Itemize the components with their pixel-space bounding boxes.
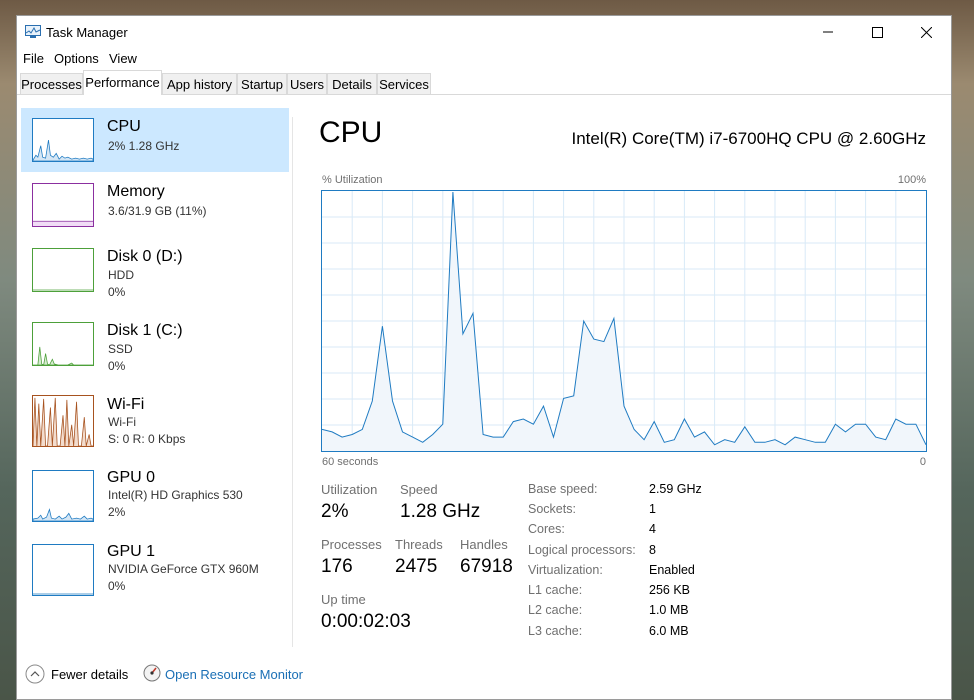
uptime-value: 0:00:02:03 bbox=[321, 611, 411, 632]
sidebar-item-detail: 2% 1.28 GHz bbox=[108, 139, 180, 153]
fewer-details-link[interactable]: Fewer details bbox=[51, 667, 128, 682]
sockets-value: 1 bbox=[649, 502, 656, 516]
time-axis-label: 60 seconds bbox=[322, 456, 379, 468]
utilization-label: Utilization bbox=[321, 482, 378, 497]
maximize-icon bbox=[871, 26, 883, 38]
l3-cache-label: L3 cache: bbox=[528, 624, 583, 638]
sidebar-item-cpu[interactable]: CPU 2% 1.28 GHz bbox=[21, 108, 289, 172]
task-manager-window: Task Manager File Options View Processes… bbox=[16, 15, 952, 700]
sidebar-item-disk0[interactable]: Disk 0 (D:) HDD 0% bbox=[21, 238, 289, 302]
sidebar-item-disk1[interactable]: Disk 1 (C:) SSD 0% bbox=[21, 312, 289, 376]
l2-cache-value: 1.0 MB bbox=[649, 603, 689, 617]
sidebar-item-detail: 0% bbox=[108, 359, 126, 373]
menu-options[interactable]: Options bbox=[54, 51, 99, 66]
speed-label: Speed bbox=[400, 482, 438, 497]
cores-value: 4 bbox=[649, 522, 656, 536]
menu-view[interactable]: View bbox=[109, 51, 137, 66]
zero-axis-label: 0 bbox=[919, 456, 926, 468]
threads-value: 2475 bbox=[395, 556, 438, 577]
uptime-label: Up time bbox=[321, 592, 366, 607]
virtualization-label: Virtualization: bbox=[528, 563, 603, 577]
sidebar-item-detail: 0% bbox=[108, 579, 126, 593]
title-bar: Task Manager bbox=[17, 16, 951, 48]
sidebar-item-name: Wi-Fi bbox=[107, 396, 145, 413]
sidebar-item-memory[interactable]: Memory 3.6/31.9 GB (11%) bbox=[21, 173, 289, 237]
sidebar-item-type: SSD bbox=[108, 342, 133, 356]
sockets-label: Sockets: bbox=[528, 502, 576, 516]
sidebar-item-name: Disk 1 (C:) bbox=[107, 322, 183, 339]
footer-bar: Fewer details Open Resource Monitor bbox=[17, 658, 951, 694]
tab-strip: Processes Performance App history Startu… bbox=[17, 70, 951, 95]
tab-processes[interactable]: Processes bbox=[20, 73, 83, 94]
minimize-button[interactable] bbox=[805, 16, 851, 48]
logical-processors-label: Logical processors: bbox=[528, 543, 636, 557]
tab-services[interactable]: Services bbox=[377, 73, 431, 94]
cpu-utilization-graph bbox=[321, 190, 927, 452]
menu-bar: File Options View bbox=[17, 49, 951, 69]
sidebar-item-name: GPU 1 bbox=[107, 543, 156, 560]
tab-performance[interactable]: Performance bbox=[83, 70, 162, 95]
tab-startup[interactable]: Startup bbox=[237, 73, 287, 94]
base-speed-value: 2.59 GHz bbox=[649, 482, 702, 496]
maximize-button[interactable] bbox=[854, 16, 900, 48]
sidebar-item-name: GPU 0 bbox=[107, 469, 156, 486]
sidebar-item-gpu0[interactable]: GPU 0 Intel(R) HD Graphics 530 2% bbox=[21, 459, 289, 523]
page-title: CPU bbox=[319, 116, 383, 149]
menu-file[interactable]: File bbox=[23, 51, 44, 66]
performance-content: CPU 2% 1.28 GHz Memory 3.6/31.9 GB (11%)… bbox=[17, 95, 951, 651]
sidebar-item-detail: 2% bbox=[108, 505, 126, 519]
open-resource-monitor-link[interactable]: Open Resource Monitor bbox=[165, 667, 303, 682]
processes-label: Processes bbox=[321, 537, 382, 552]
minimize-icon bbox=[823, 31, 833, 33]
l1-cache-value: 256 KB bbox=[649, 583, 691, 597]
processes-value: 176 bbox=[321, 556, 353, 577]
threads-label: Threads bbox=[395, 537, 443, 552]
handles-value: 67918 bbox=[460, 556, 513, 577]
tab-users[interactable]: Users bbox=[287, 73, 327, 94]
logical-processors-value: 8 bbox=[649, 543, 656, 557]
task-manager-icon bbox=[25, 25, 41, 38]
utilization-value: 2% bbox=[321, 501, 349, 522]
l2-cache-label: L2 cache: bbox=[528, 603, 583, 617]
speed-value: 1.28 GHz bbox=[400, 501, 481, 522]
close-button[interactable] bbox=[903, 16, 949, 48]
chevron-up-icon[interactable] bbox=[25, 664, 45, 684]
cpu-model-name: Intel(R) Core(TM) i7-6700HQ CPU @ 2.60GH… bbox=[571, 129, 926, 148]
pane-divider bbox=[292, 117, 293, 647]
disk0-thumbnail bbox=[32, 248, 94, 292]
disk1-thumbnail bbox=[32, 322, 94, 366]
sidebar-item-wifi[interactable]: Wi-Fi Wi-Fi S: 0 R: 0 Kbps bbox=[21, 386, 289, 450]
max-axis-label: 100% bbox=[897, 174, 926, 186]
l3-cache-value: 6.0 MB bbox=[649, 624, 689, 638]
sidebar-item-gpu1[interactable]: GPU 1 NVIDIA GeForce GTX 960M 0% bbox=[21, 533, 289, 597]
gpu1-thumbnail bbox=[32, 544, 94, 596]
cores-label: Cores: bbox=[528, 522, 565, 536]
base-speed-label: Base speed: bbox=[528, 482, 598, 496]
memory-thumbnail bbox=[32, 183, 94, 227]
sidebar-item-type: NVIDIA GeForce GTX 960M bbox=[108, 562, 259, 576]
tab-details[interactable]: Details bbox=[327, 73, 377, 94]
sidebar-item-type: Wi-Fi bbox=[108, 415, 136, 429]
sidebar-item-name: CPU bbox=[107, 118, 141, 135]
utilization-axis-label: % Utilization bbox=[322, 174, 383, 186]
window-title: Task Manager bbox=[46, 25, 128, 40]
gpu0-thumbnail bbox=[32, 470, 94, 522]
resource-monitor-icon bbox=[143, 664, 161, 682]
tab-app-history[interactable]: App history bbox=[162, 73, 237, 94]
handles-label: Handles bbox=[460, 537, 508, 552]
sidebar-item-type: HDD bbox=[108, 268, 134, 282]
sidebar-item-name: Disk 0 (D:) bbox=[107, 248, 183, 265]
close-icon bbox=[920, 26, 932, 38]
sidebar-item-detail: S: 0 R: 0 Kbps bbox=[108, 432, 186, 446]
cpu-thumbnail bbox=[32, 118, 94, 162]
l1-cache-label: L1 cache: bbox=[528, 583, 583, 597]
wifi-thumbnail bbox=[32, 395, 94, 447]
sidebar-item-type: Intel(R) HD Graphics 530 bbox=[108, 488, 243, 502]
sidebar-item-detail: 0% bbox=[108, 285, 126, 299]
virtualization-value: Enabled bbox=[649, 563, 695, 577]
sidebar-item-name: Memory bbox=[107, 183, 165, 200]
sidebar-item-detail: 3.6/31.9 GB (11%) bbox=[108, 204, 207, 218]
